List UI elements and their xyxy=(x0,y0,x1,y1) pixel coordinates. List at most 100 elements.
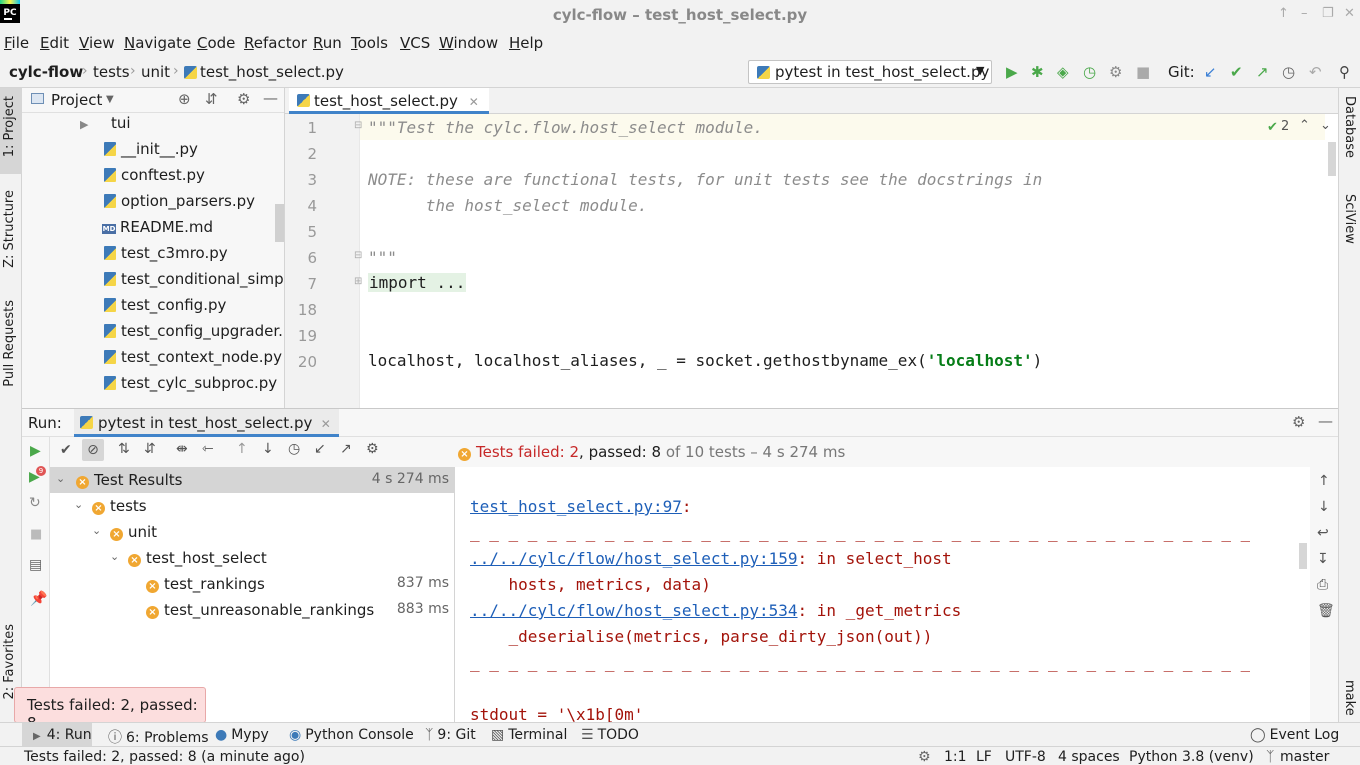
tree-row-test-rankings[interactable]: × test_rankings 837 ms xyxy=(50,571,455,597)
menu-window[interactable]: Window xyxy=(439,34,498,52)
chevron-down-icon[interactable]: ⌄ xyxy=(92,524,101,537)
tree-file[interactable]: test_config_upgrader.py xyxy=(104,322,284,348)
next-failed-icon[interactable]: ↓ xyxy=(262,441,274,457)
tool-tab-pull-requests[interactable]: Pull Requests xyxy=(2,300,17,387)
menu-edit[interactable]: Edit xyxy=(40,34,69,52)
tree-file[interactable]: test_config.py xyxy=(104,296,226,322)
line-separator[interactable]: LF xyxy=(976,749,992,765)
debug-icon[interactable]: ✱ xyxy=(1031,63,1044,81)
clear-trash-icon[interactable]: 🗑 xyxy=(1317,603,1335,619)
close-tab-icon[interactable]: ✕ xyxy=(469,95,479,109)
project-title[interactable]: Project xyxy=(51,91,102,109)
tree-row-test-host-select[interactable]: ⌄ × test_host_select xyxy=(50,545,455,571)
menu-navigate[interactable]: Navigate xyxy=(124,34,191,52)
hide-panel-icon[interactable]: — xyxy=(1318,412,1333,430)
stop-icon[interactable]: ■ xyxy=(30,527,42,542)
editor-tab[interactable]: test_host_select.py ✕ xyxy=(289,88,489,114)
git-branch[interactable]: master xyxy=(1280,749,1329,765)
search-icon[interactable]: ⚲ xyxy=(1339,63,1350,81)
tree-file[interactable]: test_c3mro.py xyxy=(104,244,228,270)
editor-scrollbar[interactable] xyxy=(1328,142,1336,176)
tree-file[interactable]: __init__.py xyxy=(104,140,198,166)
code-line[interactable]: NOTE: these are functional tests, for un… xyxy=(368,170,1042,189)
collapse-all-icon[interactable]: ⇽ xyxy=(202,441,214,457)
code-line[interactable]: """ xyxy=(368,248,397,267)
menu-run[interactable]: Run xyxy=(313,34,342,52)
sort-alpha-icon[interactable]: ⇅ xyxy=(118,441,130,457)
collapse-all-icon[interactable]: ⇵ xyxy=(205,90,218,108)
fold-icon[interactable]: ⊟ xyxy=(354,250,362,261)
next-highlight-icon[interactable]: ⌄ xyxy=(1320,118,1331,133)
menu-vcs[interactable]: VCS xyxy=(400,34,430,52)
menu-tools[interactable]: Tools xyxy=(351,34,388,52)
console-link[interactable]: ../../cylc/flow/host_select.py:534 xyxy=(470,601,798,620)
history-icon[interactable]: ◷ xyxy=(1282,63,1295,81)
chevron-down-icon[interactable]: ⌄ xyxy=(56,472,65,485)
python-interpreter[interactable]: Python 3.8 (venv) xyxy=(1129,749,1254,765)
tool-tab-database[interactable]: Database xyxy=(1342,96,1357,158)
scroll-down-icon[interactable]: ↓ xyxy=(1318,499,1330,515)
scroll-to-end-icon[interactable]: ↧ xyxy=(1317,551,1329,567)
folded-import[interactable]: import ... xyxy=(368,273,467,292)
sort-duration-icon[interactable]: ⇵ xyxy=(144,441,156,457)
chevron-down-icon[interactable]: ⌄ xyxy=(110,550,119,563)
tree-row-test-unreasonable-rankings[interactable]: × test_unreasonable_rankings 883 ms xyxy=(50,597,455,623)
hide-panel-icon[interactable]: — xyxy=(263,89,278,107)
code-line[interactable]: the host_select module. xyxy=(368,196,648,215)
export-tests-icon[interactable]: ↗ xyxy=(340,441,352,457)
print-icon[interactable]: ⎙ xyxy=(1317,577,1328,593)
breadcrumb-tests[interactable]: tests xyxy=(93,63,130,81)
git-push-icon[interactable]: ↗ xyxy=(1256,63,1269,81)
run-icon[interactable]: ▶ xyxy=(1006,63,1018,81)
tool-tab-run[interactable]: ▶ 4: Run xyxy=(33,727,92,743)
rollback-icon[interactable]: ↶ xyxy=(1309,63,1322,81)
breadcrumb-project[interactable]: cylc-flow xyxy=(9,63,83,81)
import-tests-icon[interactable]: ↙ xyxy=(314,441,326,457)
gear-icon[interactable]: ⚙ xyxy=(918,749,931,765)
tool-tab-todo[interactable]: ☰ TODO xyxy=(581,727,639,743)
code-line[interactable]: """Test the cylc.flow.host_select module… xyxy=(368,118,763,137)
code-line[interactable]: localhost, localhost_aliases, _ = socket… xyxy=(368,351,1042,370)
status-message[interactable]: Tests failed: 2, passed: 8 (a minute ago… xyxy=(24,749,305,765)
build-icon[interactable]: ⚙ xyxy=(1109,63,1122,81)
test-output-console[interactable]: test_host_select.py:97: _ _ _ _ _ _ _ _ … xyxy=(455,467,1310,723)
tree-file[interactable]: MD README.md xyxy=(102,218,213,244)
tree-row-unit[interactable]: ⌄ × unit xyxy=(50,519,455,545)
indent-setting[interactable]: 4 spaces xyxy=(1058,749,1120,765)
window-up-icon[interactable]: ↑ xyxy=(1278,6,1289,21)
tree-row-tests[interactable]: ⌄ × tests xyxy=(50,493,455,519)
tool-tab-structure[interactable]: Z: Structure xyxy=(2,190,17,268)
fold-icon[interactable]: ⊟ xyxy=(354,120,362,131)
inspection-count[interactable]: 2 xyxy=(1281,119,1289,134)
tree-file[interactable]: conftest.py xyxy=(104,166,205,192)
project-scrollbar[interactable] xyxy=(275,204,284,242)
tree-file[interactable]: test_cylc_subproc.py xyxy=(104,374,277,400)
show-ignored-icon[interactable]: ⊘ xyxy=(82,439,104,461)
close-tab-icon[interactable]: ✕ xyxy=(321,417,331,431)
restore-icon[interactable]: ❐ xyxy=(1322,6,1334,21)
fold-icon[interactable]: ⊞ xyxy=(354,276,362,287)
tree-file[interactable]: test_conditional_simplifi xyxy=(104,270,284,296)
profile-icon[interactable]: ◷ xyxy=(1083,63,1096,81)
tool-tab-make[interactable]: make xyxy=(1342,680,1357,716)
breadcrumb-unit[interactable]: unit xyxy=(141,63,170,81)
soft-wrap-icon[interactable]: ↩ xyxy=(1317,525,1329,541)
menu-refactor[interactable]: Refactor xyxy=(244,34,307,52)
console-link[interactable]: ../../cylc/flow/host_select.py:159 xyxy=(470,549,798,568)
locate-icon[interactable]: ⊕ xyxy=(178,90,191,108)
tool-tab-python-console[interactable]: ◉ Python Console xyxy=(289,727,414,743)
show-passed-icon[interactable]: ✔ xyxy=(60,442,72,458)
menu-code[interactable]: Code xyxy=(197,34,235,52)
tree-row-test-results[interactable]: ⌄ × Test Results 4 s 274 ms xyxy=(50,467,455,493)
gear-icon[interactable]: ⚙ xyxy=(237,90,250,108)
tree-file[interactable]: option_parsers.py xyxy=(104,192,255,218)
stop-icon[interactable]: ■ xyxy=(1136,63,1150,81)
rerun-icon[interactable]: ▶ xyxy=(30,443,41,459)
tool-tab-sciview[interactable]: SciView xyxy=(1342,194,1357,244)
close-window-icon[interactable]: ✕ xyxy=(1344,6,1355,21)
tool-tab-terminal[interactable]: ▧ Terminal xyxy=(491,727,567,743)
pin-icon[interactable]: 📌 xyxy=(30,591,47,607)
toggle-auto-test-icon[interactable]: ↻ xyxy=(29,495,41,511)
event-log-button[interactable]: ◯ Event Log xyxy=(1250,727,1339,743)
git-commit-icon[interactable]: ✔ xyxy=(1230,63,1243,81)
